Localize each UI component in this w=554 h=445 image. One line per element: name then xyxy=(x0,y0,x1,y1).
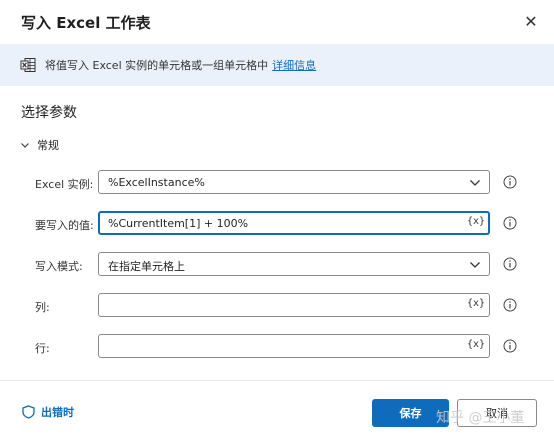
row-input[interactable]: {x} xyxy=(98,334,490,358)
info-icon[interactable] xyxy=(503,216,517,230)
group-label: 常规 xyxy=(37,139,59,152)
info-icon[interactable] xyxy=(503,175,517,189)
dialog-title: 写入 Excel 工作表 xyxy=(21,14,151,32)
footer-divider xyxy=(0,380,554,381)
column-label: 列: xyxy=(35,301,50,314)
banner-message: 将值写入 Excel 实例的单元格或一组单元格中 xyxy=(45,59,269,72)
info-icon[interactable] xyxy=(503,257,517,271)
shield-icon xyxy=(22,405,35,419)
write-mode-dropdown[interactable]: 在指定单元格上 xyxy=(98,252,490,276)
column-input[interactable]: {x} xyxy=(98,293,490,317)
on-error-button[interactable]: 出错时 xyxy=(22,404,74,420)
row-label: 行: xyxy=(35,342,50,355)
info-icon[interactable] xyxy=(503,339,517,353)
write-mode-value: 在指定单元格上 xyxy=(108,260,185,273)
excel-icon xyxy=(20,58,36,72)
chevron-down-icon[interactable] xyxy=(469,259,481,271)
dialog-header: 写入 Excel 工作表 ✕ xyxy=(0,0,554,44)
variable-picker-button[interactable]: {x} xyxy=(467,216,485,227)
variable-picker-button[interactable]: {x} xyxy=(467,298,485,309)
save-button[interactable]: 保存 xyxy=(372,399,449,427)
learn-more-link[interactable]: 详细信息 xyxy=(272,59,316,72)
info-banner: 将值写入 Excel 实例的单元格或一组单元格中 详细信息 xyxy=(0,44,554,86)
group-general-toggle[interactable]: 常规 xyxy=(19,137,59,153)
chevron-down-icon xyxy=(21,143,29,148)
variable-picker-button[interactable]: {x} xyxy=(467,339,485,350)
on-error-label: 出错时 xyxy=(41,406,74,419)
banner-text: 将值写入 Excel 实例的单元格或一组单元格中 详细信息 xyxy=(45,57,316,73)
info-icon[interactable] xyxy=(503,298,517,312)
chevron-down-icon[interactable] xyxy=(469,177,481,189)
value-to-write-input[interactable]: %CurrentItem[1] + 100% {x} xyxy=(98,211,490,235)
excel-instance-label: Excel 实例: xyxy=(35,178,94,191)
excel-instance-dropdown[interactable]: %ExcelInstance% xyxy=(98,170,490,194)
cancel-button[interactable]: 取消 xyxy=(457,399,537,427)
value-to-write-value: %CurrentItem[1] + 100% xyxy=(108,217,249,230)
value-to-write-label: 要写入的值: xyxy=(35,219,94,232)
section-title: 选择参数 xyxy=(21,105,77,121)
excel-instance-value: %ExcelInstance% xyxy=(108,176,205,189)
write-mode-label: 写入模式: xyxy=(35,260,83,273)
close-icon[interactable]: ✕ xyxy=(520,10,542,32)
